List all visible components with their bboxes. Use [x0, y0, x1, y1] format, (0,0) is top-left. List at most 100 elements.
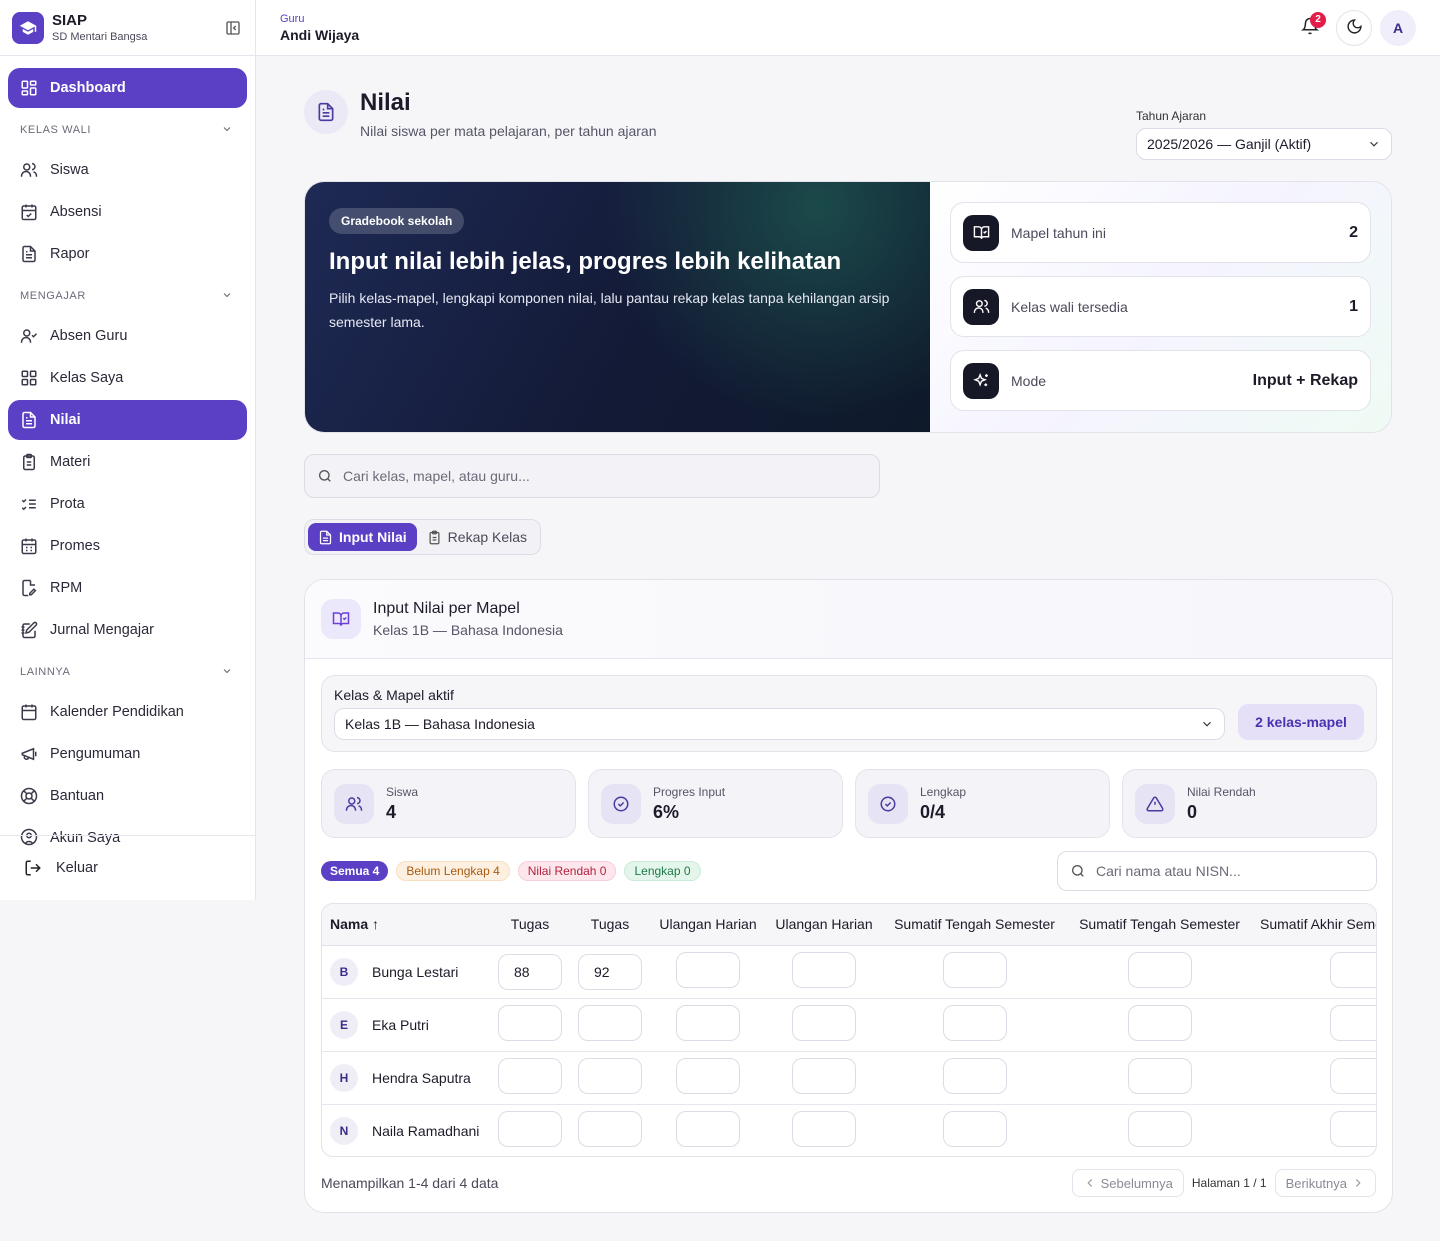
notebook-pen-icon — [20, 621, 38, 639]
score-input[interactable] — [676, 1005, 740, 1041]
sidebar-item-nilai[interactable]: Nilai — [8, 400, 247, 440]
hero-intro: Gradebook sekolah Input nilai lebih jela… — [305, 182, 930, 432]
table-row: E Eka Putri — [322, 998, 1376, 1052]
tab-rekap-kelas[interactable]: Rekap Kelas — [417, 523, 537, 551]
sidebar-item-promes[interactable]: Promes — [8, 526, 247, 566]
sparkles-icon — [963, 362, 999, 399]
score-input[interactable]: 92 — [578, 953, 642, 990]
table-header-row: Nama ↑ Tugas Tugas Ulangan Harian Ulanga… — [322, 904, 1376, 946]
score-input[interactable] — [578, 1058, 642, 1094]
score-input[interactable] — [942, 1005, 1007, 1041]
tab-label: Input Nilai — [339, 529, 407, 545]
graduation-cap-icon — [12, 11, 44, 44]
academic-year-select[interactable]: 2025/2026 — Ganjil (Aktif) — [1136, 128, 1392, 160]
class-subject-select[interactable]: Kelas 1B — Bahasa Indonesia — [334, 708, 1225, 740]
book-check-icon — [963, 214, 999, 251]
section-mengajar[interactable]: MENGAJAR — [8, 276, 247, 316]
search-placeholder: Cari kelas, mapel, atau guru... — [343, 468, 530, 484]
score-input[interactable] — [942, 1058, 1007, 1094]
file-text-icon — [304, 90, 348, 134]
sidebar-item-bantuan[interactable]: Bantuan — [8, 776, 247, 816]
column-header-nama[interactable]: Nama ↑ — [322, 904, 490, 946]
sidebar-item-label: Nilai — [50, 412, 81, 428]
sidebar-item-dashboard[interactable]: Dashboard — [8, 68, 247, 108]
sidebar-item-materi[interactable]: Materi — [8, 442, 247, 482]
user-role: Guru — [280, 12, 305, 25]
logout-button[interactable]: Keluar — [12, 848, 243, 888]
score-input[interactable] — [498, 1111, 562, 1148]
theme-toggle-button[interactable] — [1336, 9, 1372, 46]
sidebar-item-absensi[interactable]: Absensi — [8, 192, 247, 232]
score-input[interactable] — [498, 1058, 562, 1094]
sidebar-item-kalender-pendidikan[interactable]: Kalender Pendidikan — [8, 692, 247, 732]
hero-stats: Mapel tahun ini 2 Kelas wali tersedia 1 … — [930, 182, 1391, 432]
filter-chip-lengkap[interactable]: Lengkap 0 — [624, 861, 701, 881]
sidebar-item-label: Materi — [50, 454, 91, 470]
sidebar-item-kelas-saya[interactable]: Kelas Saya — [8, 358, 247, 398]
score-input[interactable] — [1330, 952, 1376, 988]
score-input[interactable] — [498, 1005, 562, 1041]
score-input[interactable] — [676, 1058, 740, 1094]
score-input[interactable] — [1330, 1111, 1376, 1148]
notification-button[interactable]: 2 — [1292, 10, 1328, 46]
clipboard-icon — [427, 530, 442, 545]
score-input[interactable] — [792, 952, 856, 988]
kpi-siswa: Siswa 4 — [321, 769, 576, 838]
moon-icon — [1346, 18, 1363, 38]
score-input[interactable] — [792, 1058, 856, 1094]
score-input[interactable]: 88 — [498, 953, 562, 990]
score-input[interactable] — [942, 952, 1007, 988]
grades-table-container[interactable]: Nama ↑ Tugas Tugas Ulangan Harian Ulanga… — [321, 903, 1377, 1157]
filter-chip-semua[interactable]: Semua 4 — [321, 861, 389, 881]
score-input[interactable] — [792, 1111, 856, 1148]
grid-icon — [20, 369, 38, 387]
file-text-icon — [318, 530, 333, 545]
section-lainnya[interactable]: LAINNYA — [8, 652, 247, 692]
sidebar-collapse-icon[interactable] — [223, 18, 243, 38]
student-search-input[interactable]: Cari nama atau NISN... — [1057, 851, 1377, 891]
sidebar-item-siswa[interactable]: Siswa — [8, 150, 247, 190]
grades-table: Nama ↑ Tugas Tugas Ulangan Harian Ulanga… — [322, 904, 1376, 1156]
filter-chip-nilai-rendah[interactable]: Nilai Rendah 0 — [517, 861, 617, 881]
avatar[interactable]: A — [1380, 9, 1416, 46]
filter-chip-belum-lengkap[interactable]: Belum Lengkap 4 — [396, 861, 510, 881]
section-title: KELAS WALI — [20, 124, 92, 136]
next-page-button[interactable]: Berikutnya — [1274, 1169, 1376, 1197]
global-search-input[interactable]: Cari kelas, mapel, atau guru... — [304, 454, 880, 498]
life-buoy-icon — [20, 787, 38, 805]
score-input[interactable] — [1330, 1005, 1376, 1041]
column-header: Tugas — [490, 904, 570, 946]
page-title: Nilai — [360, 89, 411, 116]
prev-page-button[interactable]: Sebelumnya — [1071, 1169, 1184, 1197]
search-icon — [1070, 863, 1086, 879]
alert-triangle-icon — [1135, 783, 1175, 824]
column-header: Sumatif Tengah Semester — [882, 904, 1067, 946]
filter-label: Kelas & Mapel aktif — [334, 687, 454, 703]
sidebar-item-label: Kalender Pendidikan — [50, 704, 184, 720]
score-input[interactable] — [1127, 1111, 1192, 1148]
sidebar-item-absen-guru[interactable]: Absen Guru — [8, 316, 247, 356]
score-input[interactable] — [676, 952, 740, 988]
list-checks-icon — [20, 495, 38, 513]
sidebar-item-pengumuman[interactable]: Pengumuman — [8, 734, 247, 774]
sidebar-item-prota[interactable]: Prota — [8, 484, 247, 524]
page-subtitle: Nilai siswa per mata pelajaran, per tahu… — [360, 123, 657, 139]
score-input[interactable] — [676, 1111, 740, 1148]
stat-label: Mode — [1011, 372, 1047, 389]
score-input[interactable] — [1127, 1058, 1192, 1094]
sidebar-item-rpm[interactable]: RPM — [8, 568, 247, 608]
score-input[interactable] — [578, 1111, 642, 1148]
tab-input-nilai[interactable]: Input Nilai — [308, 523, 417, 551]
sidebar-item-rapor[interactable]: Rapor — [8, 234, 247, 274]
score-input[interactable] — [792, 1005, 856, 1041]
user-name: Andi Wijaya — [280, 26, 360, 43]
score-input[interactable] — [578, 1005, 642, 1041]
score-input[interactable] — [1330, 1058, 1376, 1094]
prev-label: Sebelumnya — [1100, 1175, 1173, 1191]
sidebar-item-jurnal-mengajar[interactable]: Jurnal Mengajar — [8, 610, 247, 650]
score-input[interactable] — [1127, 952, 1192, 988]
hero-title: Input nilai lebih jelas, progres lebih k… — [329, 248, 842, 275]
section-kelas-wali[interactable]: KELAS WALI — [8, 110, 247, 150]
score-input[interactable] — [942, 1111, 1007, 1148]
score-input[interactable] — [1127, 1005, 1192, 1041]
